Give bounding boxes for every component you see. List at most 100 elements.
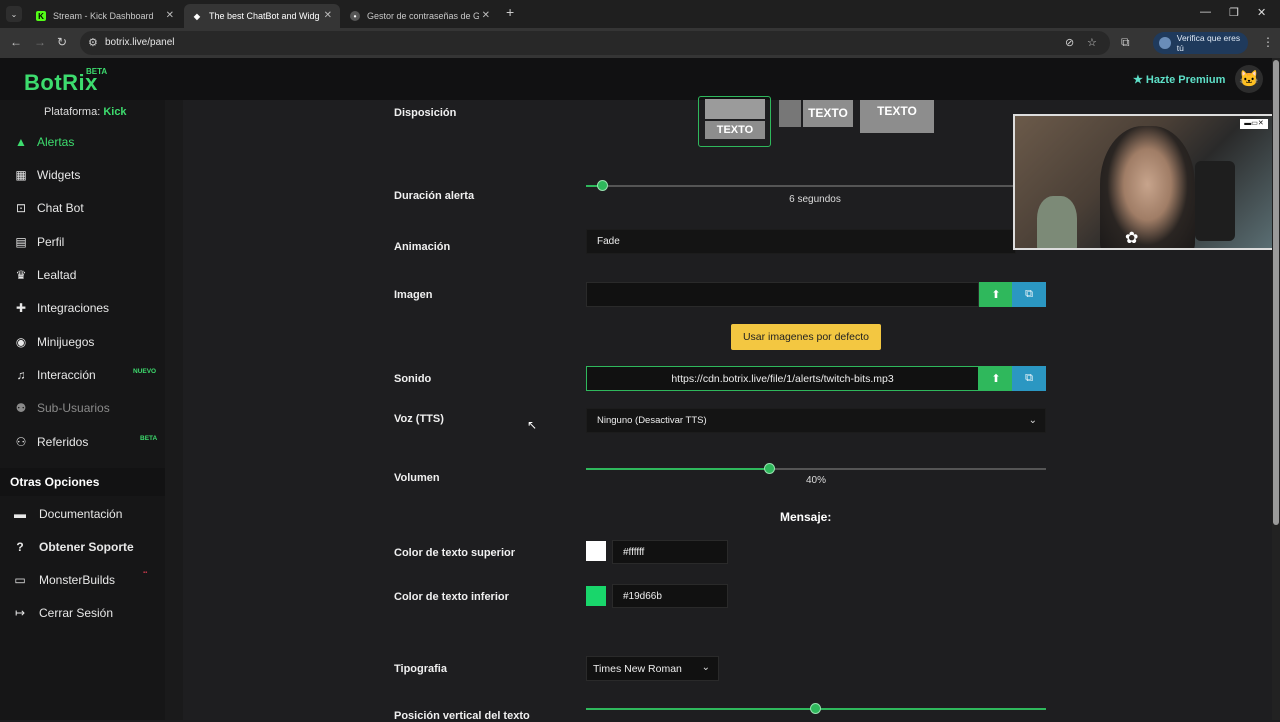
- sidebar-scrollbar[interactable]: [165, 100, 183, 720]
- color-inferior-input[interactable]: #19d66b: [612, 584, 728, 608]
- promo-badge: ▪▪: [143, 570, 148, 576]
- gamepad-icon: ◉: [15, 335, 27, 349]
- page-scrollbar[interactable]: [1272, 58, 1280, 720]
- color-inferior-swatch[interactable]: [586, 586, 606, 606]
- sidebar-item-interaccion[interactable]: ♫ Interacción NUEVO: [0, 360, 165, 390]
- duracion-slider-track[interactable]: [586, 185, 1016, 187]
- voz-value: Ninguno (Desactivar TTS): [597, 415, 707, 426]
- tab-search-icon[interactable]: ⌄: [6, 6, 22, 22]
- sonido-gallery-button[interactable]: ⧉: [1012, 366, 1046, 391]
- window-controls-icon[interactable]: ▬▭✕: [1240, 119, 1268, 129]
- imagen-upload-button[interactable]: ⬆: [979, 282, 1013, 307]
- users-cog-icon: ⚉: [15, 401, 27, 415]
- sidebar-item-lealtad[interactable]: ♛ Lealtad: [0, 260, 165, 290]
- laptop-icon: ▭: [14, 573, 26, 587]
- other-options-heading: Otras Opciones: [0, 468, 165, 496]
- sidebar-item-label: Interacción: [37, 368, 96, 382]
- sidebar-item-referidos[interactable]: ⚇ Referidos BETA: [0, 427, 165, 457]
- close-icon[interactable]: ✕: [166, 10, 174, 21]
- imagen-gallery-button[interactable]: ⧉: [1012, 282, 1046, 307]
- voz-select[interactable]: Ninguno (Desactivar TTS) ⌄: [586, 408, 1046, 433]
- sidebar-item-integraciones[interactable]: ✚ Integraciones: [0, 293, 165, 323]
- new-tab-icon[interactable]: +: [506, 4, 514, 20]
- scrollbar-thumb[interactable]: [1273, 60, 1279, 525]
- browser-tab-passwords[interactable]: • Gestor de contraseñas de Goo ✕: [342, 4, 498, 28]
- kick-icon: K: [36, 11, 46, 21]
- close-icon[interactable]: ✕: [482, 10, 490, 21]
- sonido-value: https://cdn.botrix.live/file/1/alerts/tw…: [671, 372, 894, 385]
- bookmark-star-icon[interactable]: ☆: [1087, 36, 1097, 49]
- browser-tab-bar: ⌄ K Stream - Kick Dashboard ✕ ◆ The best…: [0, 0, 1280, 28]
- tipografia-label: Tipografia: [394, 663, 447, 675]
- restore-icon[interactable]: ❐: [1229, 6, 1239, 19]
- more-menu-icon[interactable]: ⋮: [1262, 35, 1274, 49]
- sidebar-item-alertas[interactable]: ▲ Alertas: [0, 127, 165, 157]
- extensions-icon[interactable]: ⧉: [1121, 35, 1130, 50]
- chair: [1195, 161, 1235, 241]
- layout-option-1[interactable]: TEXTO: [698, 96, 771, 147]
- sidebar-item-soporte[interactable]: ? Obtener Soporte: [0, 533, 165, 561]
- site-info-icon[interactable]: ⚙: [88, 36, 98, 49]
- gallery-icon: ⧉: [1025, 288, 1033, 300]
- default-images-button[interactable]: Usar imagenes por defecto: [731, 324, 881, 350]
- upload-icon: ⬆: [991, 373, 1001, 385]
- users-icon: ⚇: [15, 435, 27, 449]
- forward-icon[interactable]: →: [34, 35, 46, 49]
- layout-option-3[interactable]: TEXTO: [860, 100, 934, 133]
- logout-icon: ↦: [14, 606, 26, 620]
- sonido-upload-button[interactable]: ⬆: [979, 366, 1013, 391]
- robot-icon: ⊡: [15, 201, 27, 215]
- color-superior-swatch[interactable]: [586, 541, 606, 561]
- color-superior-input[interactable]: #ffffff: [612, 540, 728, 564]
- sonido-input[interactable]: https://cdn.botrix.live/file/1/alerts/tw…: [586, 366, 979, 391]
- gallery-icon: ⧉: [1025, 372, 1033, 384]
- tipografia-select[interactable]: Times New Roman ⌄: [586, 656, 719, 681]
- chevron-down-icon: ⌄: [1028, 415, 1037, 426]
- volumen-slider-handle[interactable]: [764, 463, 775, 474]
- imagen-input[interactable]: [586, 282, 979, 307]
- site-header: BotRix BETA ★ Hazte Premium 🐱: [0, 58, 1272, 100]
- eye-off-icon[interactable]: ⊘: [1065, 36, 1074, 49]
- image-placeholder-icon: [779, 100, 801, 127]
- browser-nav-bar: ← → ↻ ⚙ botrix.live/panel ⊘ ☆ ⧉ Verifica…: [0, 28, 1280, 58]
- webcam-overlay: ✿ ▬▭✕: [1013, 114, 1274, 250]
- color-inferior-value: #19d66b: [623, 590, 662, 602]
- beta-badge: BETA: [140, 435, 158, 442]
- sidebar-item-minijuegos[interactable]: ◉ Minijuegos: [0, 327, 165, 357]
- back-icon[interactable]: ←: [10, 35, 22, 49]
- posicion-slider-handle[interactable]: [810, 703, 821, 714]
- sidebar-item-chat-bot[interactable]: ⊡ Chat Bot: [0, 193, 165, 223]
- tab-label: Stream - Kick Dashboard: [53, 11, 154, 21]
- address-bar[interactable]: ⚙ botrix.live/panel ⊘ ☆: [80, 31, 1110, 55]
- sidebar-item-perfil[interactable]: ▤ Perfil: [0, 227, 165, 257]
- profile-avatar: [1159, 37, 1171, 49]
- browser-tab-botrix[interactable]: ◆ The best ChatBot and Widgets ✕: [184, 4, 340, 28]
- window-close-icon[interactable]: ✕: [1257, 6, 1266, 19]
- tipografia-value: Times New Roman: [593, 662, 682, 675]
- sidebar-item-label: MonsterBuilds: [39, 573, 116, 587]
- sidebar-item-monsterbuilds[interactable]: ▭ MonsterBuilds ▪▪: [0, 566, 165, 594]
- duracion-value: 6 segundos: [789, 194, 841, 205]
- user-avatar[interactable]: 🐱: [1235, 65, 1263, 93]
- premium-link[interactable]: ★ Hazte Premium: [1133, 73, 1225, 86]
- animacion-select[interactable]: Fade: [586, 229, 1016, 254]
- sidebar-item-label: Perfil: [37, 235, 65, 249]
- browser-tab-kick[interactable]: K Stream - Kick Dashboard ✕: [28, 4, 182, 28]
- widgets-icon: ▦: [15, 168, 27, 182]
- close-icon[interactable]: ✕: [324, 10, 332, 21]
- profile-verify-button[interactable]: Verifica que eres tú: [1153, 32, 1248, 54]
- layout-option-2[interactable]: TEXTO: [779, 100, 853, 130]
- sidebar-item-widgets[interactable]: ▦ Widgets: [0, 160, 165, 190]
- sidebar-item-cerrar-sesion[interactable]: ↦ Cerrar Sesión: [0, 599, 165, 627]
- duracion-label: Duración alerta: [394, 190, 475, 202]
- layout-text-sample: TEXTO: [705, 121, 765, 139]
- minimize-icon[interactable]: —: [1200, 6, 1211, 18]
- botrix-icon: ◆: [193, 11, 201, 21]
- sidebar-item-documentacion[interactable]: ▬ Documentación: [0, 500, 165, 528]
- color-superior-label: Color de texto superior: [394, 547, 516, 559]
- sidebar-item-label: Chat Bot: [37, 201, 84, 215]
- sidebar-item-sub-usuarios[interactable]: ⚉ Sub-Usuarios: [0, 393, 165, 423]
- reload-icon[interactable]: ↻: [57, 35, 67, 49]
- posicion-label: Posición vertical del texto: [394, 710, 530, 722]
- disposicion-label: Disposición: [394, 107, 457, 119]
